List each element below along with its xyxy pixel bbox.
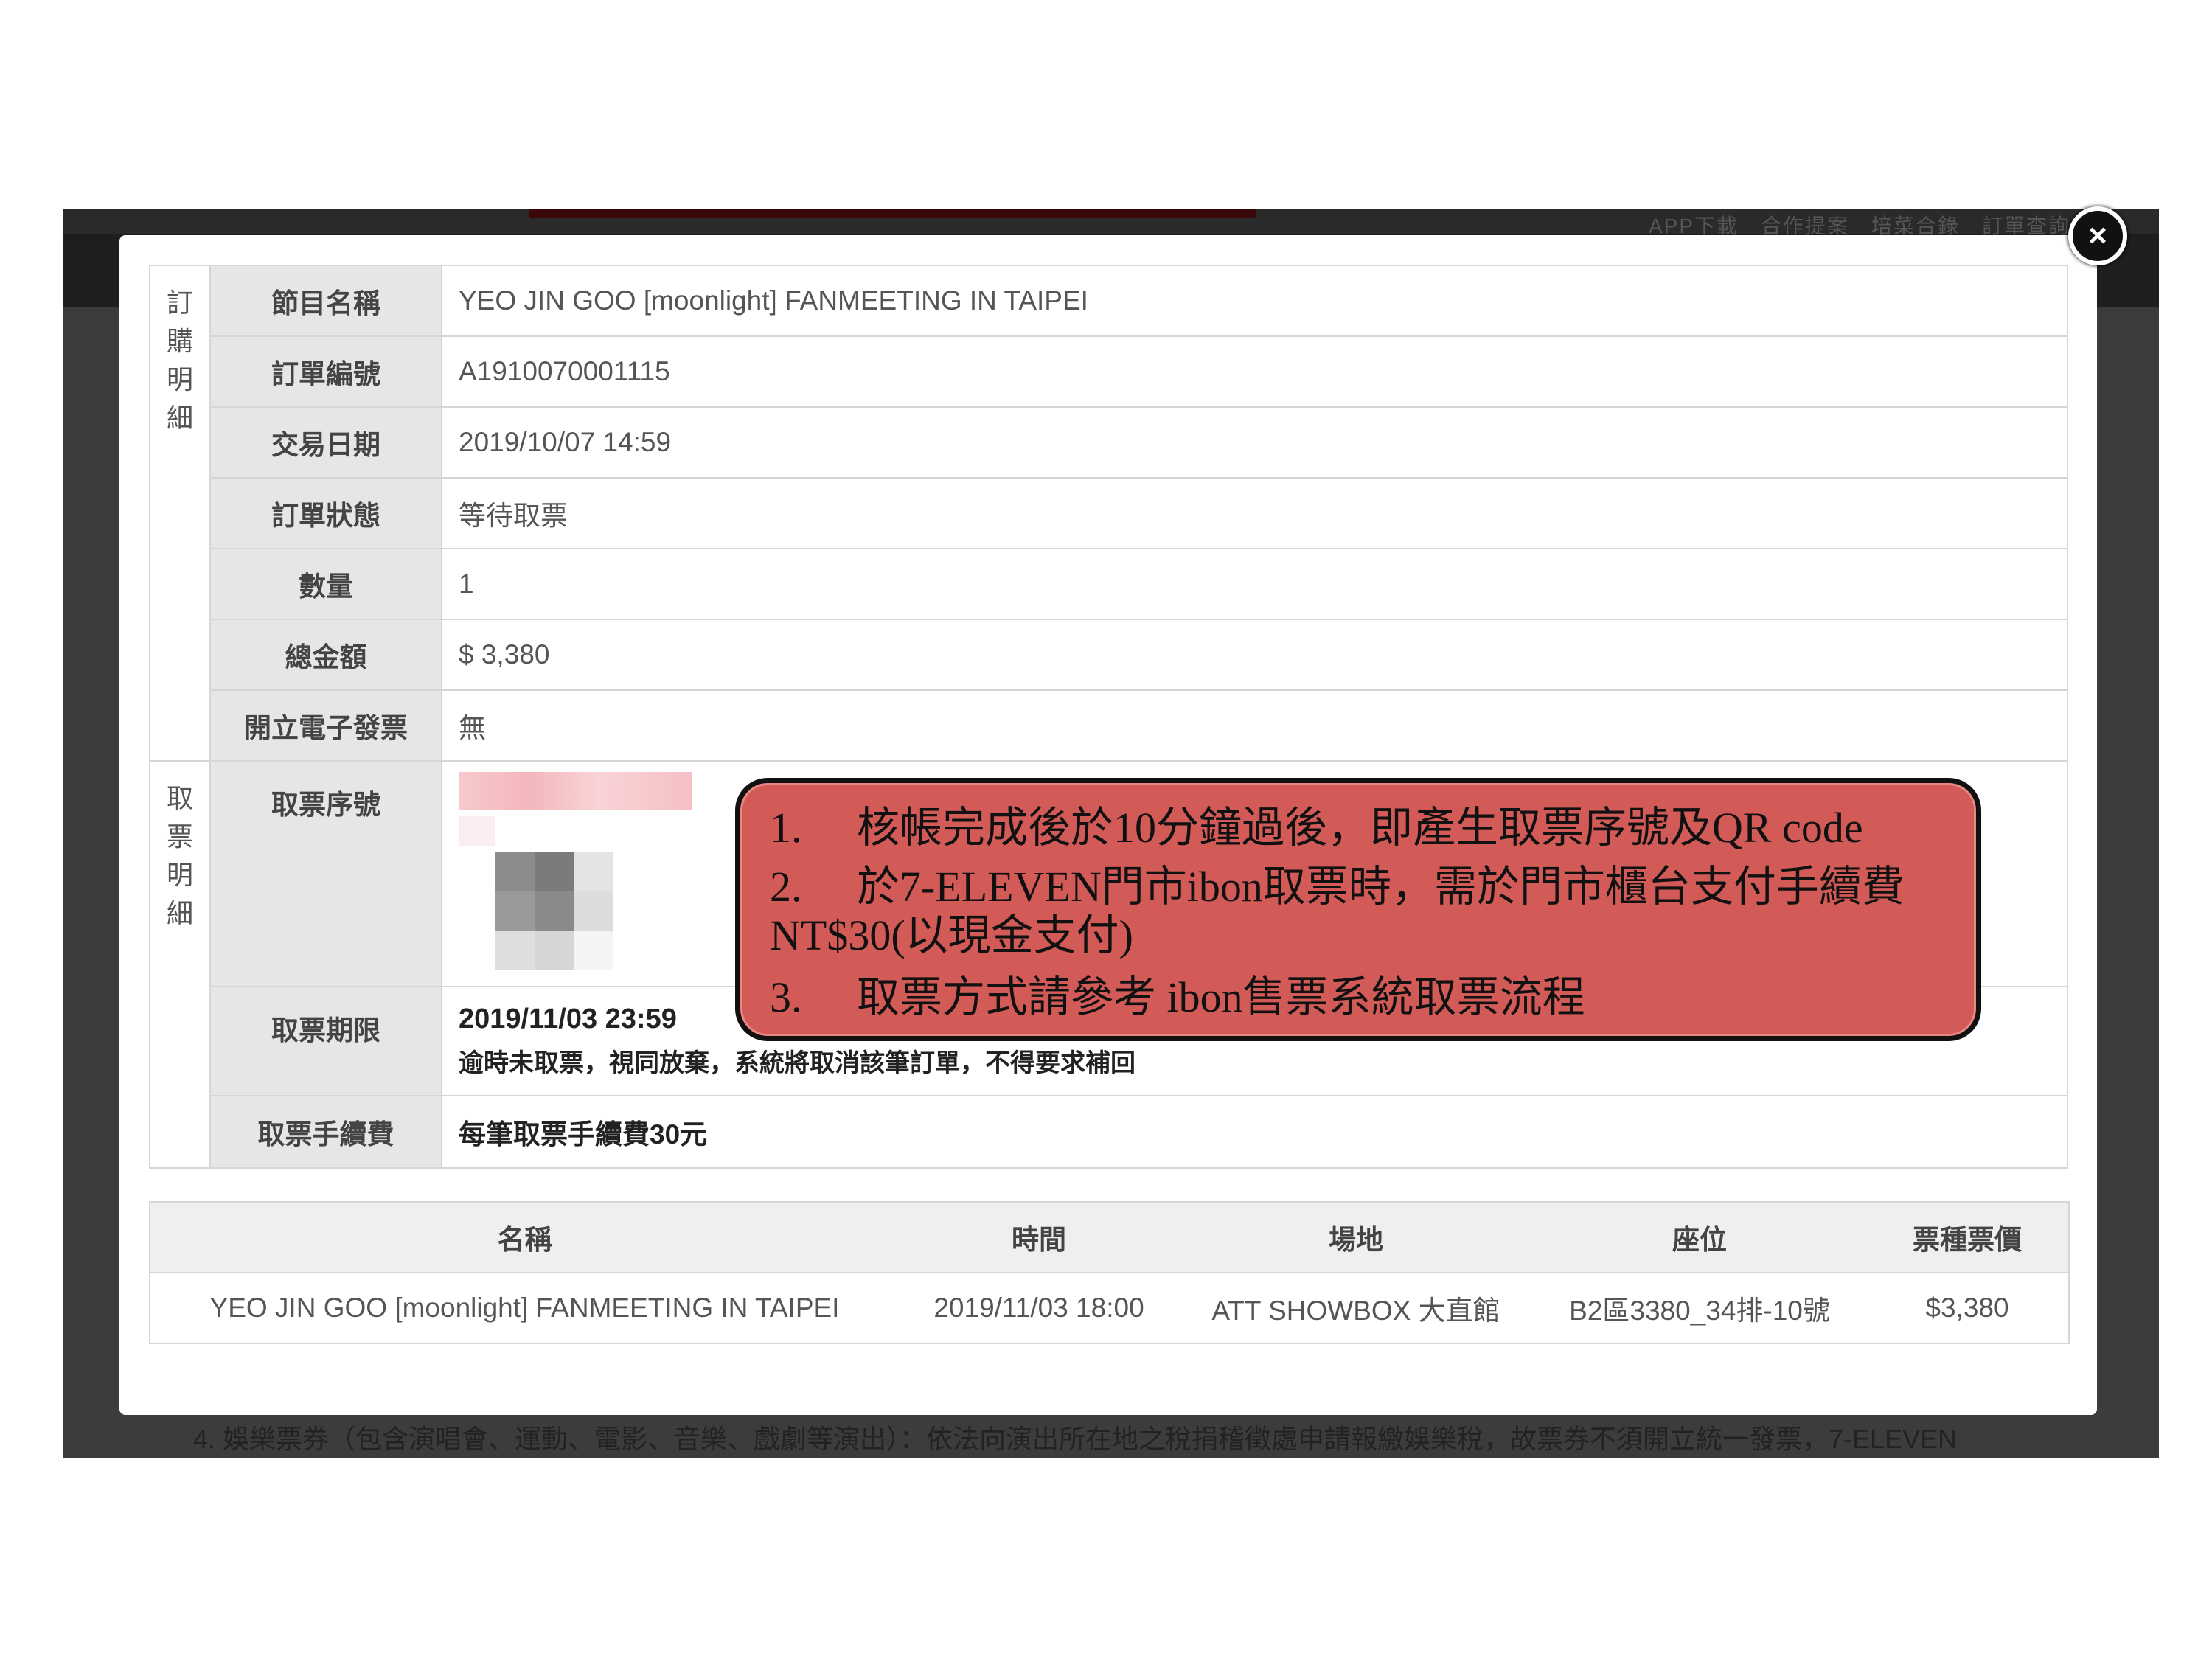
callout-item-number: 1. xyxy=(770,804,802,852)
blurred-qr-code xyxy=(495,852,613,970)
background-banner-strip xyxy=(529,209,1256,218)
ticket-header-name: 名稱 xyxy=(150,1201,899,1273)
pickup-deadline-note: 逾時未取票，視同放棄，系統將取消該筆訂單，不得要求補回 xyxy=(459,1049,1135,1077)
callout-item-2: 2. 於7-ELEVEN門市ibon取票時，需於門市櫃台支付手續費NT$30(以現… xyxy=(770,863,1947,960)
blurred-serial-fragment xyxy=(459,816,495,846)
table-row: YEO JIN GOO [moonlight] FANMEETING IN TA… xyxy=(150,1272,2069,1344)
callout-item-text: 核帳完成後於10分鐘過後，即產生取票序號及QR code xyxy=(857,804,1863,852)
trade-date-value: 2019/10/07 14:59 xyxy=(441,406,2068,479)
trade-date-label: 交易日期 xyxy=(209,406,442,479)
order-status-value: 等待取票 xyxy=(441,477,2068,549)
callout-item-number: 3. xyxy=(770,973,802,1021)
ticket-list-table: 名稱 時間 場地 座位 票種票價 YEO JIN GOO [moonlight]… xyxy=(149,1201,2070,1344)
ticket-price: $3,380 xyxy=(1866,1272,2069,1344)
order-section-title-text: 訂 購 明 細 xyxy=(166,288,193,433)
ticket-header-venue: 場地 xyxy=(1179,1201,1533,1273)
invoice-value: 無 xyxy=(441,689,2068,762)
pickup-serial-label: 取票序號 xyxy=(209,760,442,987)
row-order-no: 訂單編號 A1910070001115 xyxy=(150,335,2068,408)
order-no-value: A1910070001115 xyxy=(441,335,2068,408)
row-order-status: 訂單狀態 等待取票 xyxy=(150,477,2068,549)
program-name-value: YEO JIN GOO [moonlight] FANMEETING IN TA… xyxy=(441,265,2068,337)
program-name-label: 節目名稱 xyxy=(209,265,442,337)
ticket-header-seat: 座位 xyxy=(1533,1201,1866,1273)
quantity-value: 1 xyxy=(441,548,2068,620)
row-quantity: 數量 1 xyxy=(150,548,2068,620)
order-section-title: 訂 購 明 細 xyxy=(149,265,211,762)
order-no-label: 訂單編號 xyxy=(209,335,442,408)
pickup-section-title-text: 取 票 明 細 xyxy=(166,783,193,928)
ticket-table-header: 名稱 時間 場地 座位 票種票價 xyxy=(150,1201,2069,1273)
ticket-venue: ATT SHOWBOX 大直館 xyxy=(1179,1272,1533,1344)
blurred-serial-number xyxy=(459,772,692,810)
row-pickup-fee: 取票手續費 每筆取票手續費30元 xyxy=(150,1095,2068,1169)
callout-item-1: 1. 核帳完成後於10分鐘過後，即產生取票序號及QR code xyxy=(770,804,1947,852)
ticket-header-time: 時間 xyxy=(899,1201,1179,1273)
total-value: $ 3,380 xyxy=(441,619,2068,691)
callout-item-3: 3. 取票方式請參考 ibon售票系統取票流程 xyxy=(770,973,1947,1022)
background-footer-note: 4. 娛樂票券（包含演唱會、運動、電影、音樂、戲劇等演出）：依法向演出所在地之稅… xyxy=(193,1424,1958,1454)
ticket-name: YEO JIN GOO [moonlight] FANMEETING IN TA… xyxy=(150,1272,899,1344)
close-icon[interactable]: × xyxy=(2068,206,2127,265)
row-total: 總金額 $ 3,380 xyxy=(150,619,2068,691)
total-label: 總金額 xyxy=(209,619,442,691)
annotation-callout: 1. 核帳完成後於10分鐘過後，即產生取票序號及QR code 2. 於7-ELEV… xyxy=(735,778,1981,1041)
screenshot-page: APP下載 合作提案 培菜合錄 訂單查詢 4. 娛樂票券（包含演唱會、運動、電影… xyxy=(0,0,2212,1659)
row-program-name: 訂 購 明 細 節目名稱 YEO JIN GOO [moonlight] FAN… xyxy=(149,265,2068,762)
row-invoice: 開立電子發票 無 xyxy=(150,689,2068,762)
callout-item-text: 於7-ELEVEN門市ibon取票時，需於門市櫃台支付手續費NT$30(以現金支… xyxy=(770,863,1905,959)
pickup-fee-label: 取票手續費 xyxy=(209,1095,442,1169)
pickup-section-title: 取 票 明 細 xyxy=(149,760,211,1169)
pickup-fee-value: 每筆取票手續費30元 xyxy=(441,1095,2068,1169)
order-status-label: 訂單狀態 xyxy=(209,477,442,549)
callout-item-text: 取票方式請參考 ibon售票系統取票流程 xyxy=(857,973,1585,1021)
callout-item-number: 2. xyxy=(770,863,802,911)
ticket-seat: B2區3380_34排-10號 xyxy=(1533,1272,1866,1344)
pickup-deadline-label: 取票期限 xyxy=(209,986,442,1096)
invoice-label: 開立電子發票 xyxy=(209,689,442,762)
ticket-header-price: 票種票價 xyxy=(1866,1201,2069,1273)
quantity-label: 數量 xyxy=(209,548,442,620)
row-trade-date: 交易日期 2019/10/07 14:59 xyxy=(150,406,2068,479)
ticket-time: 2019/11/03 18:00 xyxy=(899,1272,1179,1344)
